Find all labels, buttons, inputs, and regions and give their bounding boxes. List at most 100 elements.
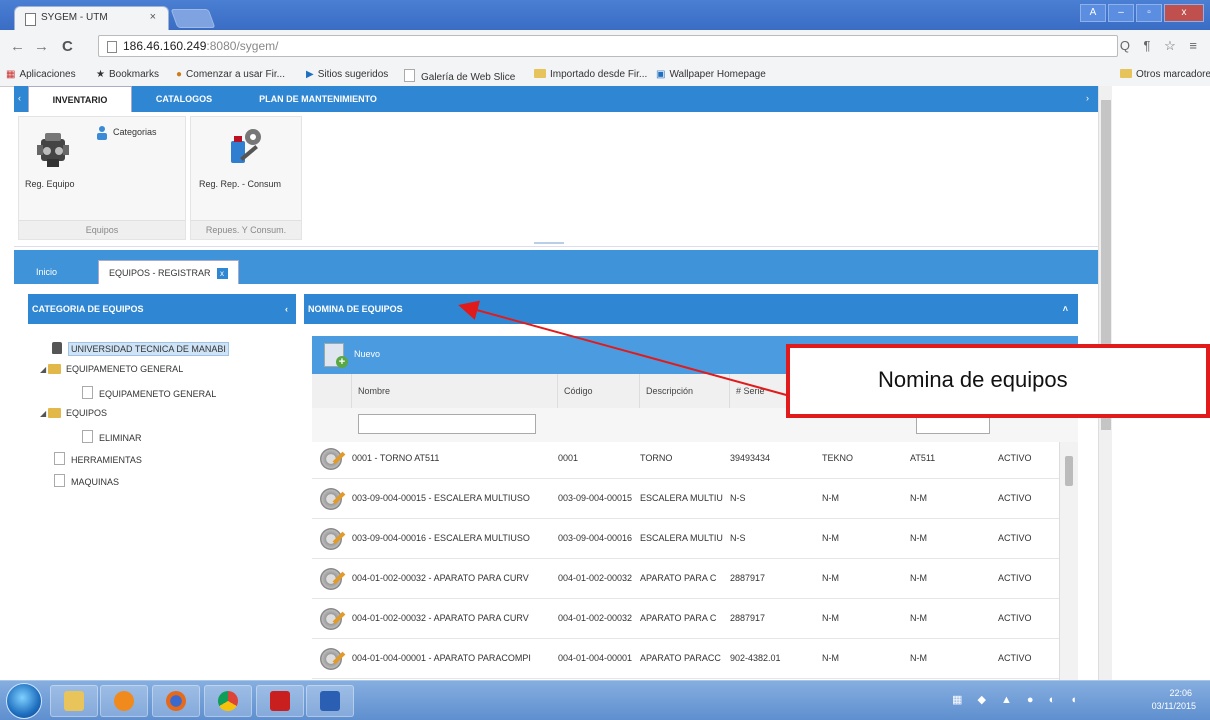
bookmark-item[interactable]: ▶ Sitios sugeridos <box>306 69 388 80</box>
reload-icon[interactable]: C <box>62 38 73 55</box>
collapse-left-panel-icon[interactable]: ‹ <box>285 294 288 324</box>
ribbon-tab-bar: ‹ INVENTARIO CATALOGOS PLAN DE MANTENIMI… <box>14 86 1098 112</box>
taskbar-firefox[interactable] <box>152 685 200 717</box>
table-cell: APARATO PARA C <box>640 573 717 583</box>
oil-wrench-icon[interactable] <box>225 125 265 167</box>
tree-node-leaf[interactable]: ELIMINAR <box>82 430 142 443</box>
table-cell: ACTIVO <box>998 453 1032 463</box>
table-cell: 0001 - TORNO AT511 <box>352 453 440 463</box>
start-button[interactable] <box>6 683 42 719</box>
table-cell: ACTIVO <box>998 653 1032 663</box>
category-panel-header: CATEGORIA DE EQUIPOS ‹ <box>28 294 296 324</box>
bookmark-item[interactable]: ● Comenzar a usar Fir... <box>176 69 285 80</box>
table-cell: N-M <box>822 493 839 503</box>
new-button-label: Nuevo <box>354 349 381 359</box>
apps-bookmark[interactable]: ▦ Aplicaciones <box>6 69 76 80</box>
equipment-grid: Nombre Código Descripción # Serie 0001 -… <box>312 374 1078 680</box>
categorias-button[interactable]: Categorias <box>113 127 157 137</box>
close-tab-icon[interactable]: x <box>216 268 228 280</box>
taskbar-media[interactable] <box>100 685 148 717</box>
folder-icon <box>48 364 61 374</box>
bookmark-item[interactable]: ★ Bookmarks <box>96 69 159 80</box>
table-cell: 0001 <box>558 453 579 463</box>
other-bookmarks[interactable]: Otros marcadores <box>1120 69 1210 80</box>
categorias-icon[interactable] <box>95 125 109 141</box>
url-host: 186.46.160.249 <box>123 39 207 53</box>
url-input[interactable]: 186.46.160.249:8080/sygem/ <box>98 35 1118 57</box>
table-cell: 902-4382.01 <box>730 653 781 663</box>
table-row[interactable]: 004-01-002-00032 - APARATO PARA CURV 004-… <box>312 602 1060 639</box>
table-cell: N-M <box>910 533 927 543</box>
tree-node-folder[interactable]: ◢ EQUIPAMENETO GENERAL <box>40 364 183 374</box>
reg-equipo-button[interactable]: Reg. Equipo <box>25 179 75 189</box>
ribbon-splitter[interactable] <box>534 242 564 244</box>
tab-title: SYGEM - UTM <box>41 12 108 23</box>
close-tab-icon[interactable]: × <box>150 11 156 23</box>
close-window-button[interactable]: x <box>1164 4 1204 22</box>
column-header-descripcion[interactable]: Descripción <box>640 374 730 408</box>
reg-rep-consum-button[interactable]: Reg. Rep. - Consum <box>199 179 281 189</box>
bookmark-item[interactable]: Galería de Web Slice <box>404 69 515 83</box>
taskbar-acrobat[interactable] <box>256 685 304 717</box>
clock-date[interactable]: 03/11/2015 <box>1152 701 1196 711</box>
file-icon <box>82 430 93 443</box>
table-cell: 004-01-002-00032 <box>558 573 633 583</box>
ribbon-scroll-left-icon[interactable]: ‹ <box>18 93 21 103</box>
table-cell: ACTIVO <box>998 613 1032 623</box>
column-header-nombre[interactable]: Nombre <box>352 374 558 408</box>
table-cell: 004-01-002-00032 - APARATO PARA CURV <box>352 613 529 623</box>
engine-icon[interactable] <box>35 129 71 169</box>
table-cell: TORNO <box>640 453 673 463</box>
tab-plan-mantenimiento[interactable]: PLAN DE MANTENIMIENTO <box>238 86 398 112</box>
new-tab-button[interactable] <box>170 9 216 28</box>
tree-node-leaf[interactable]: HERRAMIENTAS <box>54 452 142 465</box>
browser-action-icons[interactable]: Q ¶ ☆ ≡ <box>1120 38 1202 54</box>
table-row[interactable]: 003-09-004-00016 - ESCALERA MULTIUSO 003-… <box>312 522 1060 559</box>
tree-node-leaf[interactable]: EQUIPAMENETO GENERAL <box>82 386 216 399</box>
table-cell: 004-01-002-00032 <box>558 613 633 623</box>
table-row[interactable]: 003-09-004-00015 - ESCALERA MULTIUSO 003-… <box>312 482 1060 519</box>
tree-node-folder[interactable]: ◢ EQUIPOS <box>40 408 107 418</box>
taskbar-chrome[interactable] <box>204 685 252 717</box>
table-cell: N-S <box>730 533 746 543</box>
name-filter-input[interactable] <box>358 414 536 434</box>
table-cell: N-M <box>910 573 927 583</box>
tray-icons[interactable]: ▦ ◆ ▲ ● ◐ ◖ <box>952 693 1083 706</box>
table-row[interactable]: 004-01-004-00001 - APARATO PARACOMPI 004-… <box>312 642 1060 679</box>
table-cell: N-M <box>910 653 927 663</box>
table-row[interactable]: 0001 - TORNO AT511 0001 TORNO 39493434 TEKNO… <box>312 442 1060 479</box>
tab-equipos-registrar[interactable]: EQUIPOS - REGISTRAR x <box>98 260 239 284</box>
tab-inventario[interactable]: INVENTARIO <box>28 86 132 112</box>
grid-scrollbar[interactable] <box>1059 442 1078 680</box>
column-header-codigo[interactable]: Código <box>558 374 640 408</box>
collapse-right-panel-icon[interactable]: ˄ <box>1063 294 1068 324</box>
browser-tab[interactable]: SYGEM - UTM × <box>14 6 169 30</box>
table-cell: N-M <box>822 573 839 583</box>
back-icon[interactable]: ← <box>10 38 25 55</box>
bookmark-item[interactable]: Importado desde Fir... <box>534 69 647 80</box>
pdf-icon <box>270 691 290 711</box>
tab-catalogos[interactable]: CATALOGOS <box>140 86 228 112</box>
expand-icon[interactable]: ◢ <box>40 409 48 418</box>
bookmarks-bar: ▦ Aplicaciones ★ Bookmarks ● Comenzar a usa… <box>0 64 1210 87</box>
maximize-button[interactable]: ▫ <box>1136 4 1162 22</box>
grid-scroll-thumb[interactable] <box>1065 456 1073 486</box>
windows-taskbar: ▦ ◆ ▲ ● ◐ ◖ 22:06 03/11/2015 <box>0 680 1210 720</box>
tree-node-root[interactable]: UNIVERSIDAD TECNICA DE MANABI <box>52 342 229 356</box>
ribbon-scroll-right-icon[interactable]: › <box>1086 93 1089 103</box>
column-header-action <box>312 374 352 408</box>
table-cell: ACTIVO <box>998 533 1032 543</box>
tab-inicio[interactable]: Inicio <box>36 260 57 284</box>
window-controls: A – ▫ x <box>1080 4 1204 22</box>
tree-node-leaf[interactable]: MAQUINAS <box>54 474 119 487</box>
table-cell: 004-01-004-00001 - APARATO PARACOMPI <box>352 653 531 663</box>
expand-icon[interactable]: ◢ <box>40 365 48 374</box>
minimize-button[interactable]: – <box>1108 4 1134 22</box>
bookmark-item[interactable]: ▣ Wallpaper Homepage <box>656 69 766 80</box>
taskbar-explorer[interactable] <box>50 685 98 717</box>
forward-icon[interactable]: → <box>34 38 49 55</box>
clock-time[interactable]: 22:06 <box>1169 688 1192 698</box>
table-row[interactable]: 004-01-002-00032 - APARATO PARA CURV 004-… <box>312 562 1060 599</box>
profile-button[interactable]: A <box>1080 4 1106 22</box>
taskbar-word[interactable] <box>306 685 354 717</box>
